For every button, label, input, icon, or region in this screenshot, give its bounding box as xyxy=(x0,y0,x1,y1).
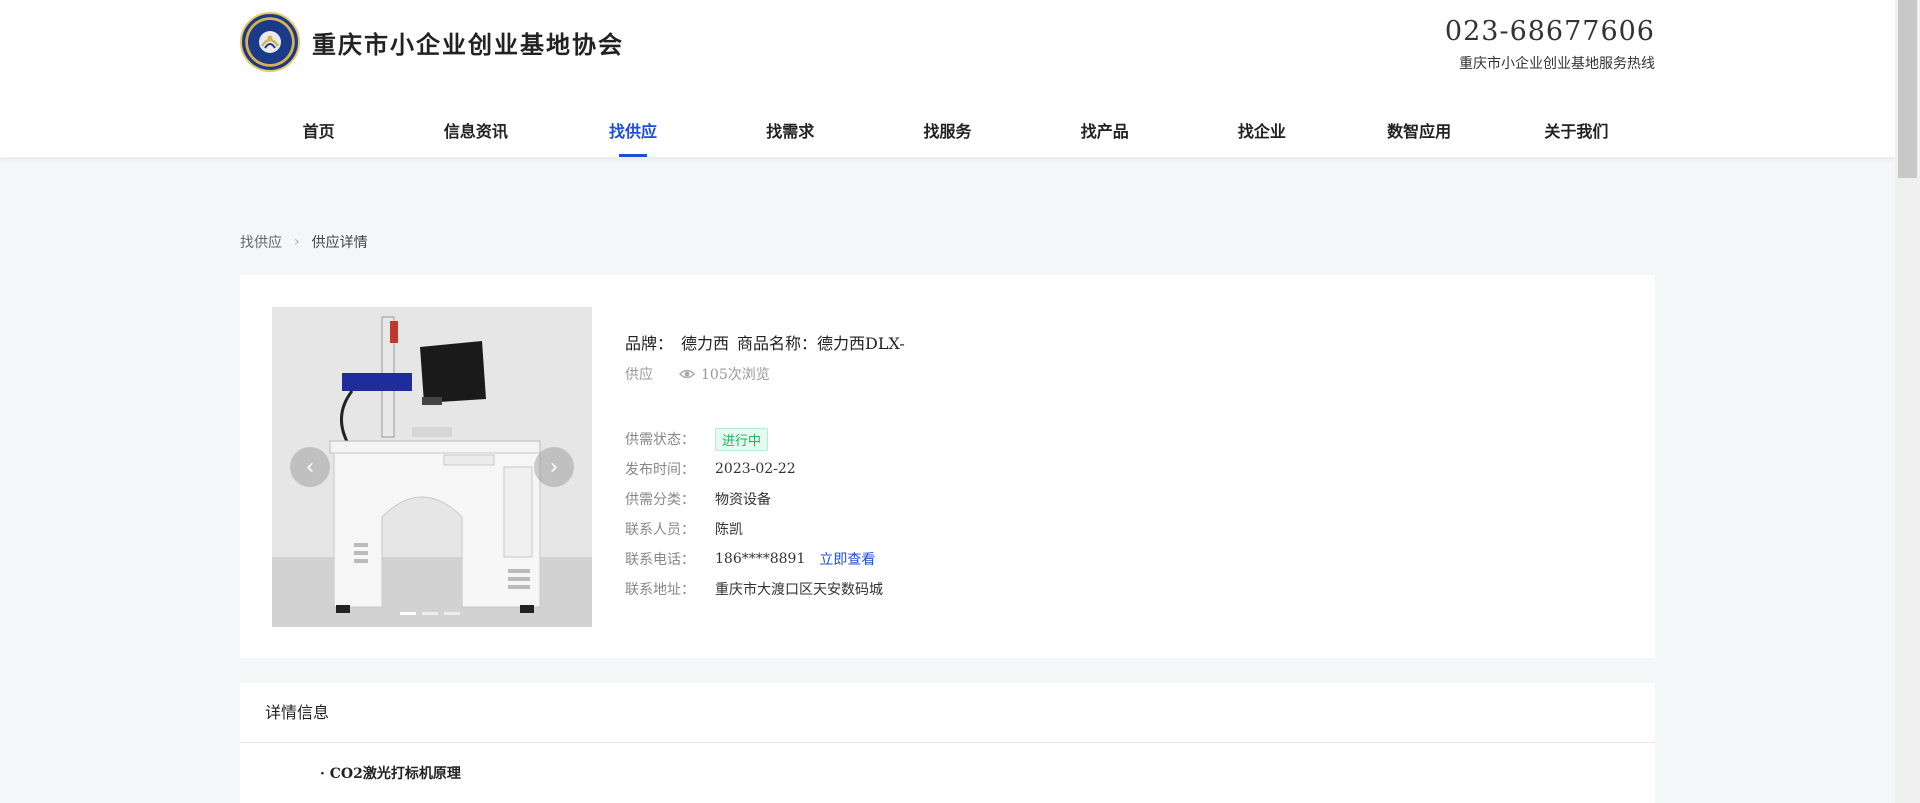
field-publish-date: 发布时间： 2023-02-22 xyxy=(625,454,1525,484)
product-card: ‹ › 品牌： 德力西 商品名称： 德力西DLX- 供应 105次浏览 供需状态… xyxy=(240,275,1655,658)
reveal-phone-link[interactable]: 立即查看 xyxy=(819,549,875,569)
status-label: 供需状态： xyxy=(625,432,695,448)
nav-item-service[interactable]: 找服务 xyxy=(869,100,1026,157)
product-name-label: 商品名称： xyxy=(737,334,818,353)
breadcrumb: 找供应 › 供应详情 xyxy=(240,232,368,252)
brand-value: 德力西 xyxy=(681,334,730,353)
chevron-right-icon[interactable]: › xyxy=(534,447,574,487)
product-info: 品牌： 德力西 商品名称： 德力西DLX- 供应 105次浏览 供需状态： 进行… xyxy=(625,330,1525,604)
product-meta: 供应 105次浏览 xyxy=(625,364,1525,384)
listing-type: 供应 xyxy=(625,367,653,383)
product-image-carousel[interactable]: ‹ › xyxy=(272,307,592,627)
details-card: 详情信息 · CO2激光打标机原理 xyxy=(240,683,1655,803)
hotline: 023-68677606 重庆市小企业创业基地服务热线 xyxy=(1355,16,1655,73)
breadcrumb-current: 供应详情 xyxy=(311,235,368,251)
product-name-value: 德力西DLX- xyxy=(817,334,905,353)
page-scrollbar[interactable] xyxy=(1895,0,1920,803)
publish-date-value: 2023-02-22 xyxy=(715,461,796,477)
carousel-dot-2[interactable] xyxy=(422,612,438,615)
nav-item-supply[interactable]: 找供应 xyxy=(554,100,711,157)
carousel-dot-3[interactable] xyxy=(444,612,460,615)
nav-item-digital-apps[interactable]: 数智应用 xyxy=(1341,100,1498,157)
site-name: 重庆市小企业创业基地协会 xyxy=(312,29,624,59)
publish-date-label: 发布时间： xyxy=(625,462,695,478)
category-label: 供需分类： xyxy=(625,492,695,508)
field-category: 供需分类： 物资设备 xyxy=(625,484,1525,514)
nav-item-product[interactable]: 找产品 xyxy=(1026,100,1183,157)
chevron-left-icon[interactable]: ‹ xyxy=(290,447,330,487)
carousel-dot-1[interactable] xyxy=(400,612,416,615)
details-item: · CO2激光打标机原理 xyxy=(320,766,461,782)
nav-item-enterprise[interactable]: 找企业 xyxy=(1183,100,1340,157)
field-phone: 联系电话： 186****8891 立即查看 xyxy=(625,544,1525,574)
main-nav: 首页 信息资讯 找供应 找需求 找服务 找产品 找企业 数智应用 关于我们 xyxy=(240,100,1655,157)
product-fields: 供需状态： 进行中 发布时间： 2023-02-22 供需分类： 物资设备 联系… xyxy=(625,424,1525,604)
chevron-right-icon: › xyxy=(294,234,300,250)
address-label: 联系地址： xyxy=(625,582,695,598)
site-logo[interactable]: 重庆市小企业创业基地协会 xyxy=(240,12,624,72)
address-value: 重庆市大渡口区天安数码城 xyxy=(715,582,883,598)
view-count-text: 105次浏览 xyxy=(701,367,770,383)
field-status: 供需状态： 进行中 xyxy=(625,424,1525,454)
site-header: 重庆市小企业创业基地协会 023-68677606 重庆市小企业创业基地服务热线… xyxy=(0,0,1895,157)
association-logo-icon xyxy=(240,12,300,72)
carousel-dots xyxy=(400,612,460,615)
brand-label: 品牌： xyxy=(625,334,674,353)
nav-item-news[interactable]: 信息资讯 xyxy=(397,100,554,157)
scrollbar-thumb[interactable] xyxy=(1898,0,1917,178)
phone-label: 联系电话： xyxy=(625,552,695,568)
nav-item-home[interactable]: 首页 xyxy=(240,100,397,157)
hotline-number: 023-68677606 xyxy=(1444,16,1655,47)
details-title: 详情信息 xyxy=(240,683,1655,743)
contact-label: 联系人员： xyxy=(625,522,695,538)
contact-value: 陈凯 xyxy=(715,522,743,538)
view-count: 105次浏览 xyxy=(679,364,770,384)
field-address: 联系地址： 重庆市大渡口区天安数码城 xyxy=(625,574,1525,604)
eye-icon xyxy=(679,369,695,379)
field-contact: 联系人员： 陈凯 xyxy=(625,514,1525,544)
product-title: 品牌： 德力西 商品名称： 德力西DLX- xyxy=(625,330,1525,354)
nav-item-about[interactable]: 关于我们 xyxy=(1498,100,1655,157)
phone-value: 186****8891 xyxy=(715,551,806,567)
nav-item-demand[interactable]: 找需求 xyxy=(712,100,869,157)
hotline-label: 重庆市小企业创业基地服务热线 xyxy=(1459,56,1655,72)
category-value: 物资设备 xyxy=(715,492,771,508)
status-badge: 进行中 xyxy=(715,427,769,451)
breadcrumb-link-supply[interactable]: 找供应 xyxy=(240,232,282,252)
